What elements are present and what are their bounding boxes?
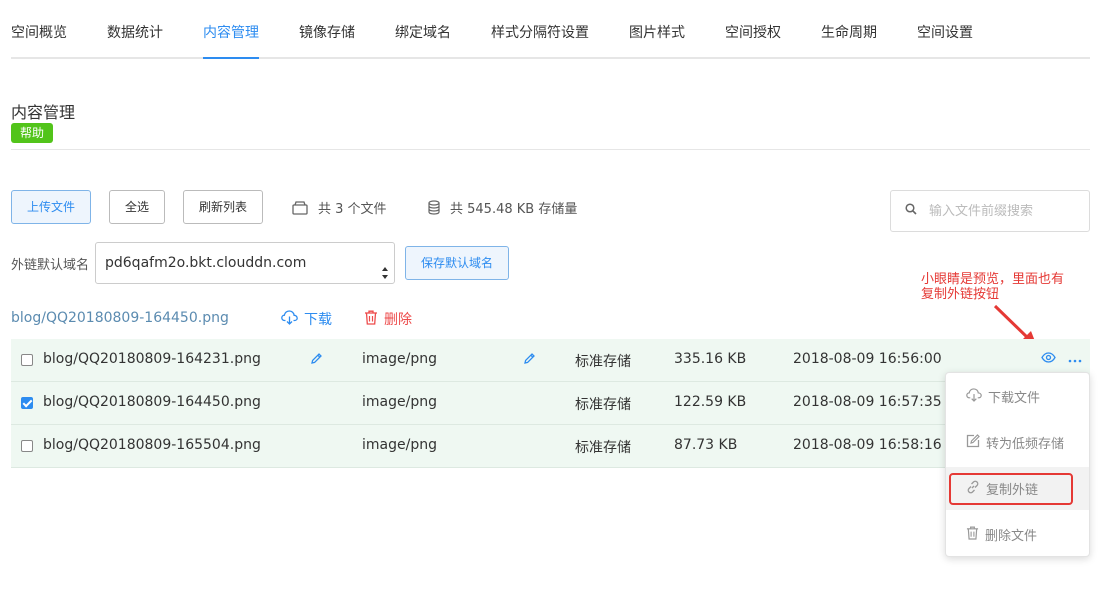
- domain-select-value: pd6qafm2o.bkt.clouddn.com: [105, 255, 307, 271]
- annotation-line-1: 小眼睛是预览，里面也有: [921, 272, 1065, 287]
- download-button[interactable]: 下载: [281, 309, 332, 329]
- file-name: blog/QQ20180809-164450.png: [43, 394, 261, 410]
- file-size: 87.73 KB: [674, 437, 738, 453]
- help-button[interactable]: 帮助: [11, 123, 53, 143]
- menu-download-label: 下载文件: [988, 391, 1041, 406]
- tab-lifecycle[interactable]: 生命周期: [821, 22, 877, 42]
- tab-space-overview[interactable]: 空间概览: [11, 22, 67, 42]
- eye-icon[interactable]: [1041, 351, 1056, 367]
- copy-link-highlight: [949, 473, 1073, 505]
- tab-content-management[interactable]: 内容管理: [203, 22, 259, 59]
- storage-stat: 共 545.48 KB 存储量: [428, 198, 577, 217]
- storage-class: 标准存储: [575, 440, 631, 456]
- cloud-download-icon: [281, 309, 298, 329]
- tab-bar: 空间概览 数据统计 内容管理 镜像存储 绑定域名 样式分隔符设置 图片样式 空间…: [11, 0, 1090, 59]
- trash-icon: [364, 310, 378, 329]
- database-icon: [428, 200, 440, 215]
- menu-item-download-file[interactable]: 下载文件: [946, 375, 1089, 418]
- tab-mirror-storage[interactable]: 镜像存储: [299, 22, 355, 42]
- select-arrows-icon: [381, 256, 389, 296]
- pencil-icon[interactable]: [523, 352, 536, 369]
- search-input[interactable]: [929, 203, 1079, 219]
- row-checkbox[interactable]: [21, 354, 33, 366]
- pencil-icon[interactable]: [310, 352, 323, 369]
- box-icon: [292, 200, 308, 215]
- menu-item-to-low-frequency[interactable]: 转为低频存储: [946, 421, 1089, 464]
- file-name: blog/QQ20180809-165504.png: [43, 437, 261, 453]
- file-type: image/png: [362, 437, 437, 453]
- storage-text: 共 545.48 KB 存储量: [450, 202, 578, 217]
- more-dots-icon[interactable]: [1068, 351, 1082, 367]
- file-count-text: 共 3 个文件: [318, 202, 387, 217]
- storage-class: 标准存储: [575, 397, 631, 413]
- trash-icon: [966, 526, 979, 544]
- select-all-button[interactable]: 全选: [109, 190, 165, 224]
- download-label: 下载: [304, 312, 332, 328]
- cloud-download-icon: [966, 387, 982, 406]
- upload-file-button[interactable]: 上传文件: [11, 190, 91, 224]
- tab-style-separator[interactable]: 样式分隔符设置: [491, 22, 589, 42]
- upload-time: 2018-08-09 16:57:35: [793, 394, 942, 410]
- default-domain-select[interactable]: pd6qafm2o.bkt.clouddn.com: [95, 242, 395, 284]
- storage-class: 标准存储: [575, 354, 631, 370]
- file-size: 122.59 KB: [674, 394, 747, 410]
- annotation-note: 小眼睛是预览，里面也有 复制外链按钮: [921, 272, 1091, 302]
- page-title: 内容管理: [11, 103, 76, 122]
- tab-image-style[interactable]: 图片样式: [629, 22, 685, 42]
- refresh-list-button[interactable]: 刷新列表: [183, 190, 263, 224]
- row-actions: [1041, 351, 1082, 367]
- file-type: image/png: [362, 351, 437, 367]
- file-name: blog/QQ20180809-164231.png: [43, 351, 261, 367]
- selected-file-name: blog/QQ20180809-164450.png: [11, 310, 229, 326]
- table-row[interactable]: blog/QQ20180809-164231.png image/png 标准存…: [11, 339, 1090, 382]
- menu-low-freq-label: 转为低频存储: [986, 437, 1065, 452]
- menu-item-delete-file[interactable]: 删除文件: [946, 513, 1089, 556]
- upload-time: 2018-08-09 16:56:00: [793, 351, 942, 367]
- divider: [11, 149, 1090, 150]
- edit-square-icon: [966, 433, 980, 452]
- row-checkbox[interactable]: [21, 397, 33, 409]
- tab-space-auth[interactable]: 空间授权: [725, 22, 781, 42]
- delete-label: 删除: [384, 312, 412, 328]
- file-actions-menu: 下载文件 转为低频存储 复制外链 删除文件: [945, 372, 1090, 557]
- save-default-domain-button[interactable]: 保存默认域名: [405, 246, 509, 280]
- file-type: image/png: [362, 394, 437, 410]
- menu-delete-label: 删除文件: [985, 529, 1038, 544]
- row-checkbox[interactable]: [21, 440, 33, 452]
- search-icon: [891, 203, 917, 219]
- annotation-line-2: 复制外链按钮: [921, 287, 1000, 302]
- tab-data-stats[interactable]: 数据统计: [107, 22, 163, 42]
- search-box: [890, 190, 1090, 232]
- tab-space-settings[interactable]: 空间设置: [917, 22, 973, 42]
- default-domain-label: 外链默认域名: [11, 258, 90, 273]
- file-count-stat: 共 3 个文件: [292, 198, 387, 217]
- upload-time: 2018-08-09 16:58:16: [793, 437, 942, 453]
- table-row[interactable]: blog/QQ20180809-164450.png image/png 标准存…: [11, 382, 1090, 425]
- tab-bind-domain[interactable]: 绑定域名: [395, 22, 451, 42]
- table-row[interactable]: blog/QQ20180809-165504.png image/png 标准存…: [11, 425, 1090, 468]
- delete-button[interactable]: 删除: [364, 309, 412, 329]
- file-size: 335.16 KB: [674, 351, 747, 367]
